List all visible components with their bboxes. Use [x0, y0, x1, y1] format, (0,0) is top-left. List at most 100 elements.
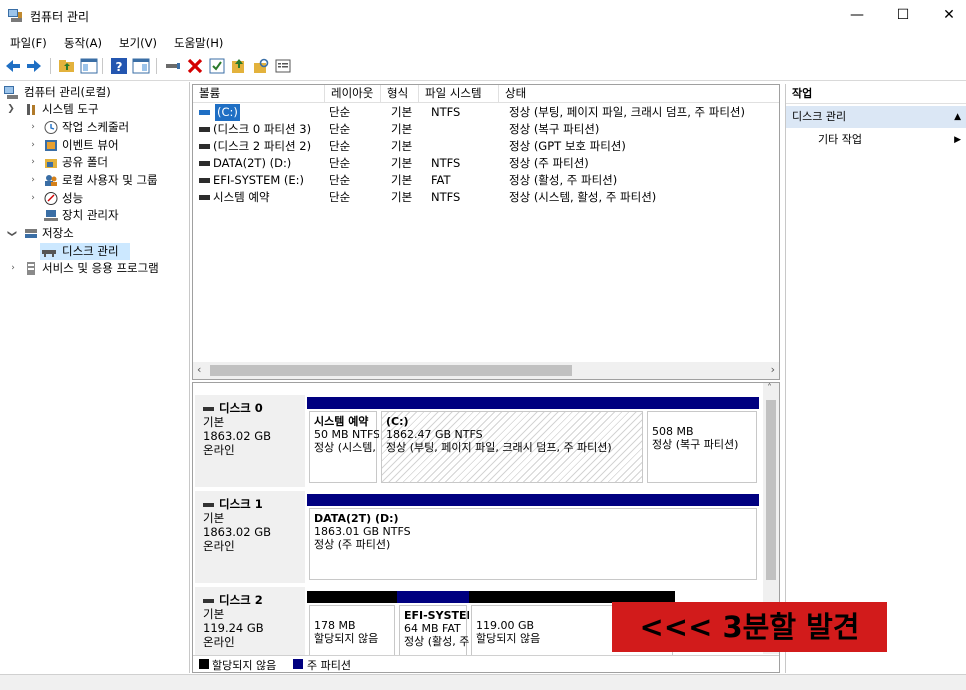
tree-item-label: 저장소 [42, 226, 74, 240]
partition-system-reserved[interactable]: 시스템 예약 50 MB NTFS 정상 (시스템, 활성, 주 파티션) [307, 397, 379, 485]
cell-status: 정상 (GPT 보호 파티션) [509, 139, 626, 153]
column-header-volume[interactable]: 볼륨 [193, 85, 325, 103]
chevron-down-icon[interactable]: ❯ [3, 229, 20, 239]
tree-item-label: 로컬 사용자 및 그룹 [62, 173, 158, 187]
actions-header: 작업 [786, 84, 966, 104]
computer-management-icon [8, 9, 22, 22]
column-header-status[interactable]: 상태 [499, 85, 779, 103]
chevron-right-icon[interactable]: › [28, 119, 38, 136]
maximize-button[interactable]: ☐ [880, 0, 926, 31]
tree-item-label: 디스크 관리 [62, 244, 119, 258]
disk-icon [203, 598, 214, 603]
tree-item-label: 성능 [62, 191, 84, 205]
scroll-right-icon[interactable]: › [771, 363, 775, 376]
menu-file[interactable]: 파일(F) [10, 35, 47, 51]
annotation-overlay: <<< 3분할 발견 [612, 602, 887, 652]
chevron-right-icon[interactable]: › [28, 172, 38, 189]
chevron-down-icon[interactable]: ❯ [6, 101, 16, 118]
menu-view[interactable]: 보기(V) [119, 35, 157, 51]
action-pane-icon[interactable] [132, 57, 150, 75]
legend-unallocated-label: 할당되지 않음 [212, 659, 277, 672]
menu-action[interactable]: 동작(A) [64, 35, 102, 51]
partition-status: 정상 (활성, 주 파티션) [404, 635, 469, 648]
users-icon [45, 175, 57, 186]
column-header-filesystem[interactable]: 파일 시스템 [419, 85, 499, 103]
title-bar: 컴퓨터 관리 — ☐ ✕ [0, 0, 966, 31]
minimize-button[interactable]: — [834, 0, 880, 31]
connect-icon[interactable] [164, 57, 182, 75]
cell-layout: 단순 [329, 190, 351, 204]
partition-body: 시스템 예약 50 MB NTFS 정상 (시스템, 활성, 주 파티션) [309, 411, 379, 483]
partition-c-drive[interactable]: (C:) 1862.47 GB NTFS 정상 (부팅, 페이지 파일, 크래시… [379, 397, 645, 485]
chevron-right-icon[interactable]: › [28, 154, 38, 171]
delete-icon[interactable] [186, 57, 204, 75]
partition-title: (C:) [386, 415, 409, 428]
shared-folder-icon [45, 159, 57, 168]
disk-type: 기본 [203, 415, 225, 429]
actions-more-label: 기타 작업 [818, 133, 862, 146]
tree-item-label: 서비스 및 응용 프로그램 [42, 261, 159, 275]
scroll-up-icon[interactable]: ˄ [767, 383, 772, 394]
partition-d-drive[interactable]: DATA(2T) (D:) 1863.01 GB NTFS 정상 (주 파티션) [307, 494, 759, 582]
forward-arrow-icon[interactable] [25, 57, 43, 75]
column-header-type[interactable]: 형식 [381, 85, 419, 103]
console-tree: 컴퓨터 관리(로컬) ❯ 시스템 도구 › 작업 스케줄러 › 이벤트 뷰어 ›… [0, 82, 190, 673]
table-row[interactable]: DATA(2T) (D:) 단순 기본 NTFS 정상 (주 파티션) [197, 155, 767, 172]
tree-item-disk-management[interactable]: 디스크 관리 [40, 243, 130, 260]
cell-volume: (디스크 2 파티션 2) [213, 139, 312, 153]
partition-bar [645, 397, 759, 409]
performance-gauge-icon [44, 192, 58, 205]
help-icon[interactable]: ? [110, 57, 128, 75]
partition-bar [307, 397, 379, 409]
actions-pane: 작업 디스크 관리 ▲ 기타 작업 ▶ [785, 84, 966, 673]
table-row[interactable]: (디스크 0 파티션 3) 단순 기본 정상 (복구 파티션) [197, 121, 767, 138]
search-folder-icon[interactable] [252, 57, 270, 75]
cell-type: 기본 [391, 122, 413, 136]
table-row[interactable]: EFI-SYSTEM (E:) 단순 기본 FAT 정상 (활성, 주 파티션) [197, 172, 767, 189]
cell-volume: 시스템 예약 [213, 190, 270, 204]
menu-help[interactable]: 도움말(H) [174, 35, 223, 51]
collapse-up-icon[interactable]: ▲ [954, 106, 961, 128]
chevron-right-icon[interactable]: › [8, 260, 18, 277]
partition-body: DATA(2T) (D:) 1863.01 GB NTFS 정상 (주 파티션) [309, 508, 757, 580]
chevron-right-icon[interactable]: › [28, 190, 38, 207]
tree-item-label: 작업 스케줄러 [62, 120, 130, 134]
disk-1-info[interactable]: 디스크 1 기본 1863.02 GB 온라인 [195, 491, 305, 583]
console-tree-icon[interactable] [80, 57, 98, 75]
horizontal-scrollbar[interactable]: ‹ › [193, 362, 779, 379]
disk-status: 온라인 [203, 539, 235, 553]
volume-icon [199, 178, 210, 183]
cell-layout: 단순 [329, 105, 351, 119]
up-folder-icon[interactable] [58, 57, 76, 75]
close-button[interactable]: ✕ [926, 0, 966, 31]
cell-layout: 단순 [329, 139, 351, 153]
import-icon[interactable] [230, 57, 248, 75]
properties-icon[interactable] [274, 57, 292, 75]
partition-recovery[interactable]: 508 MB 정상 (복구 파티션) [645, 397, 759, 485]
partition-bar [307, 494, 759, 506]
scroll-left-icon[interactable]: ‹ [197, 363, 201, 376]
volume-icon [199, 110, 210, 115]
table-row[interactable]: 시스템 예약 단순 기본 NTFS 정상 (시스템, 활성, 주 파티션) [197, 189, 767, 206]
disk-size: 119.24 GB [203, 621, 264, 635]
chevron-right-icon[interactable]: › [28, 137, 38, 154]
tree-item-label: 컴퓨터 관리(로컬) [24, 85, 111, 99]
disk-name: 디스크 2 [219, 593, 263, 607]
actions-more[interactable]: 기타 작업 ▶ [786, 130, 966, 150]
disk-0-info[interactable]: 디스크 0 기본 1863.02 GB 온라인 [195, 395, 305, 487]
scrollbar-thumb[interactable] [766, 400, 776, 580]
back-arrow-icon[interactable] [4, 57, 22, 75]
table-row[interactable]: (디스크 2 파티션 2) 단순 기본 정상 (GPT 보호 파티션) [197, 138, 767, 155]
checklist-icon[interactable] [208, 57, 226, 75]
legend-primary-swatch [293, 659, 303, 669]
cell-type: 기본 [391, 139, 413, 153]
partition-status: 정상 (복구 파티션) [652, 438, 739, 451]
table-row[interactable]: (C:) 단순 기본 NTFS 정상 (부팅, 페이지 파일, 크래시 덤프, … [197, 104, 767, 121]
cell-volume: DATA(2T) (D:) [213, 156, 292, 170]
tree-item-label: 시스템 도구 [42, 102, 99, 116]
column-header-layout[interactable]: 레이아웃 [325, 85, 381, 103]
scrollbar-thumb[interactable] [210, 365, 572, 376]
cell-type: 기본 [391, 173, 413, 187]
actions-section-disk-management[interactable]: 디스크 관리 ▲ [786, 106, 966, 128]
toolbar: ? [0, 53, 966, 81]
